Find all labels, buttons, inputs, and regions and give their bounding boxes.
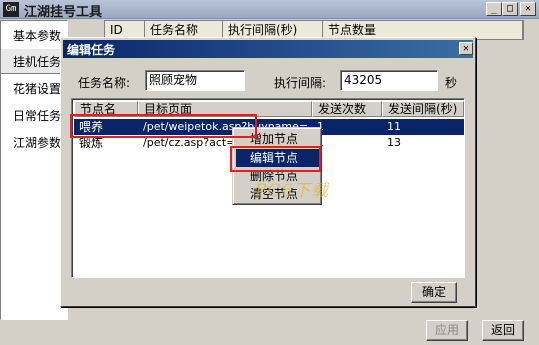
sidebar-item-basic-params[interactable]: 基本参数 (1, 23, 67, 49)
column-send-interval[interactable]: 发送间隔(秒) (382, 101, 464, 117)
column-send-count[interactable]: 发送次数 (312, 101, 382, 117)
sidebar-item-afk-tasks[interactable]: 挂机任务 (1, 48, 67, 74)
ok-button[interactable]: 确定 (411, 282, 457, 303)
maximize-button[interactable]: □ (502, 2, 518, 16)
interval-label: 执行间隔: (274, 76, 327, 90)
interval-input[interactable]: 43205 (340, 70, 438, 91)
app-icon: Gm (3, 2, 19, 17)
send-interval-cell: 11 (387, 120, 401, 133)
sidebar: 基本参数 挂机任务 花猪设置 日常任务 江湖参数 (0, 20, 68, 320)
minimize-button[interactable]: _ (486, 2, 502, 16)
task-name-label: 任务名称: (78, 76, 131, 90)
dialog-title: 编辑任务 (67, 43, 116, 57)
task-name-input[interactable]: 照顾宠物 (145, 70, 245, 91)
send-count-cell: 1 (312, 119, 382, 135)
send-count-cell: 1 (312, 135, 382, 151)
sidebar-item-flower-pig[interactable]: 花猪设置 (1, 76, 67, 102)
apply-button[interactable]: 应用 (426, 320, 468, 341)
sidebar-item-jianghu-params[interactable]: 江湖参数 (1, 130, 67, 156)
dialog-close-button[interactable]: ✕ (459, 42, 473, 55)
highlight-box-row (70, 114, 257, 138)
sidebar-item-daily-tasks[interactable]: 日常任务 (1, 103, 67, 129)
return-button[interactable]: 返回 (482, 320, 524, 341)
close-button[interactable]: ✕ (520, 2, 536, 16)
send-interval-cell: 13 (387, 136, 401, 149)
highlight-box-menu (230, 146, 321, 172)
main-titlebar[interactable]: Gm 江湖挂号工具 _ □ ✕ (0, 0, 539, 20)
dialog-titlebar[interactable]: 编辑任务 ✕ (63, 40, 473, 58)
watermark: PC6下载 (255, 181, 330, 201)
interval-unit-label: 秒 (445, 76, 458, 90)
window-title: 江湖挂号工具 (24, 5, 103, 20)
